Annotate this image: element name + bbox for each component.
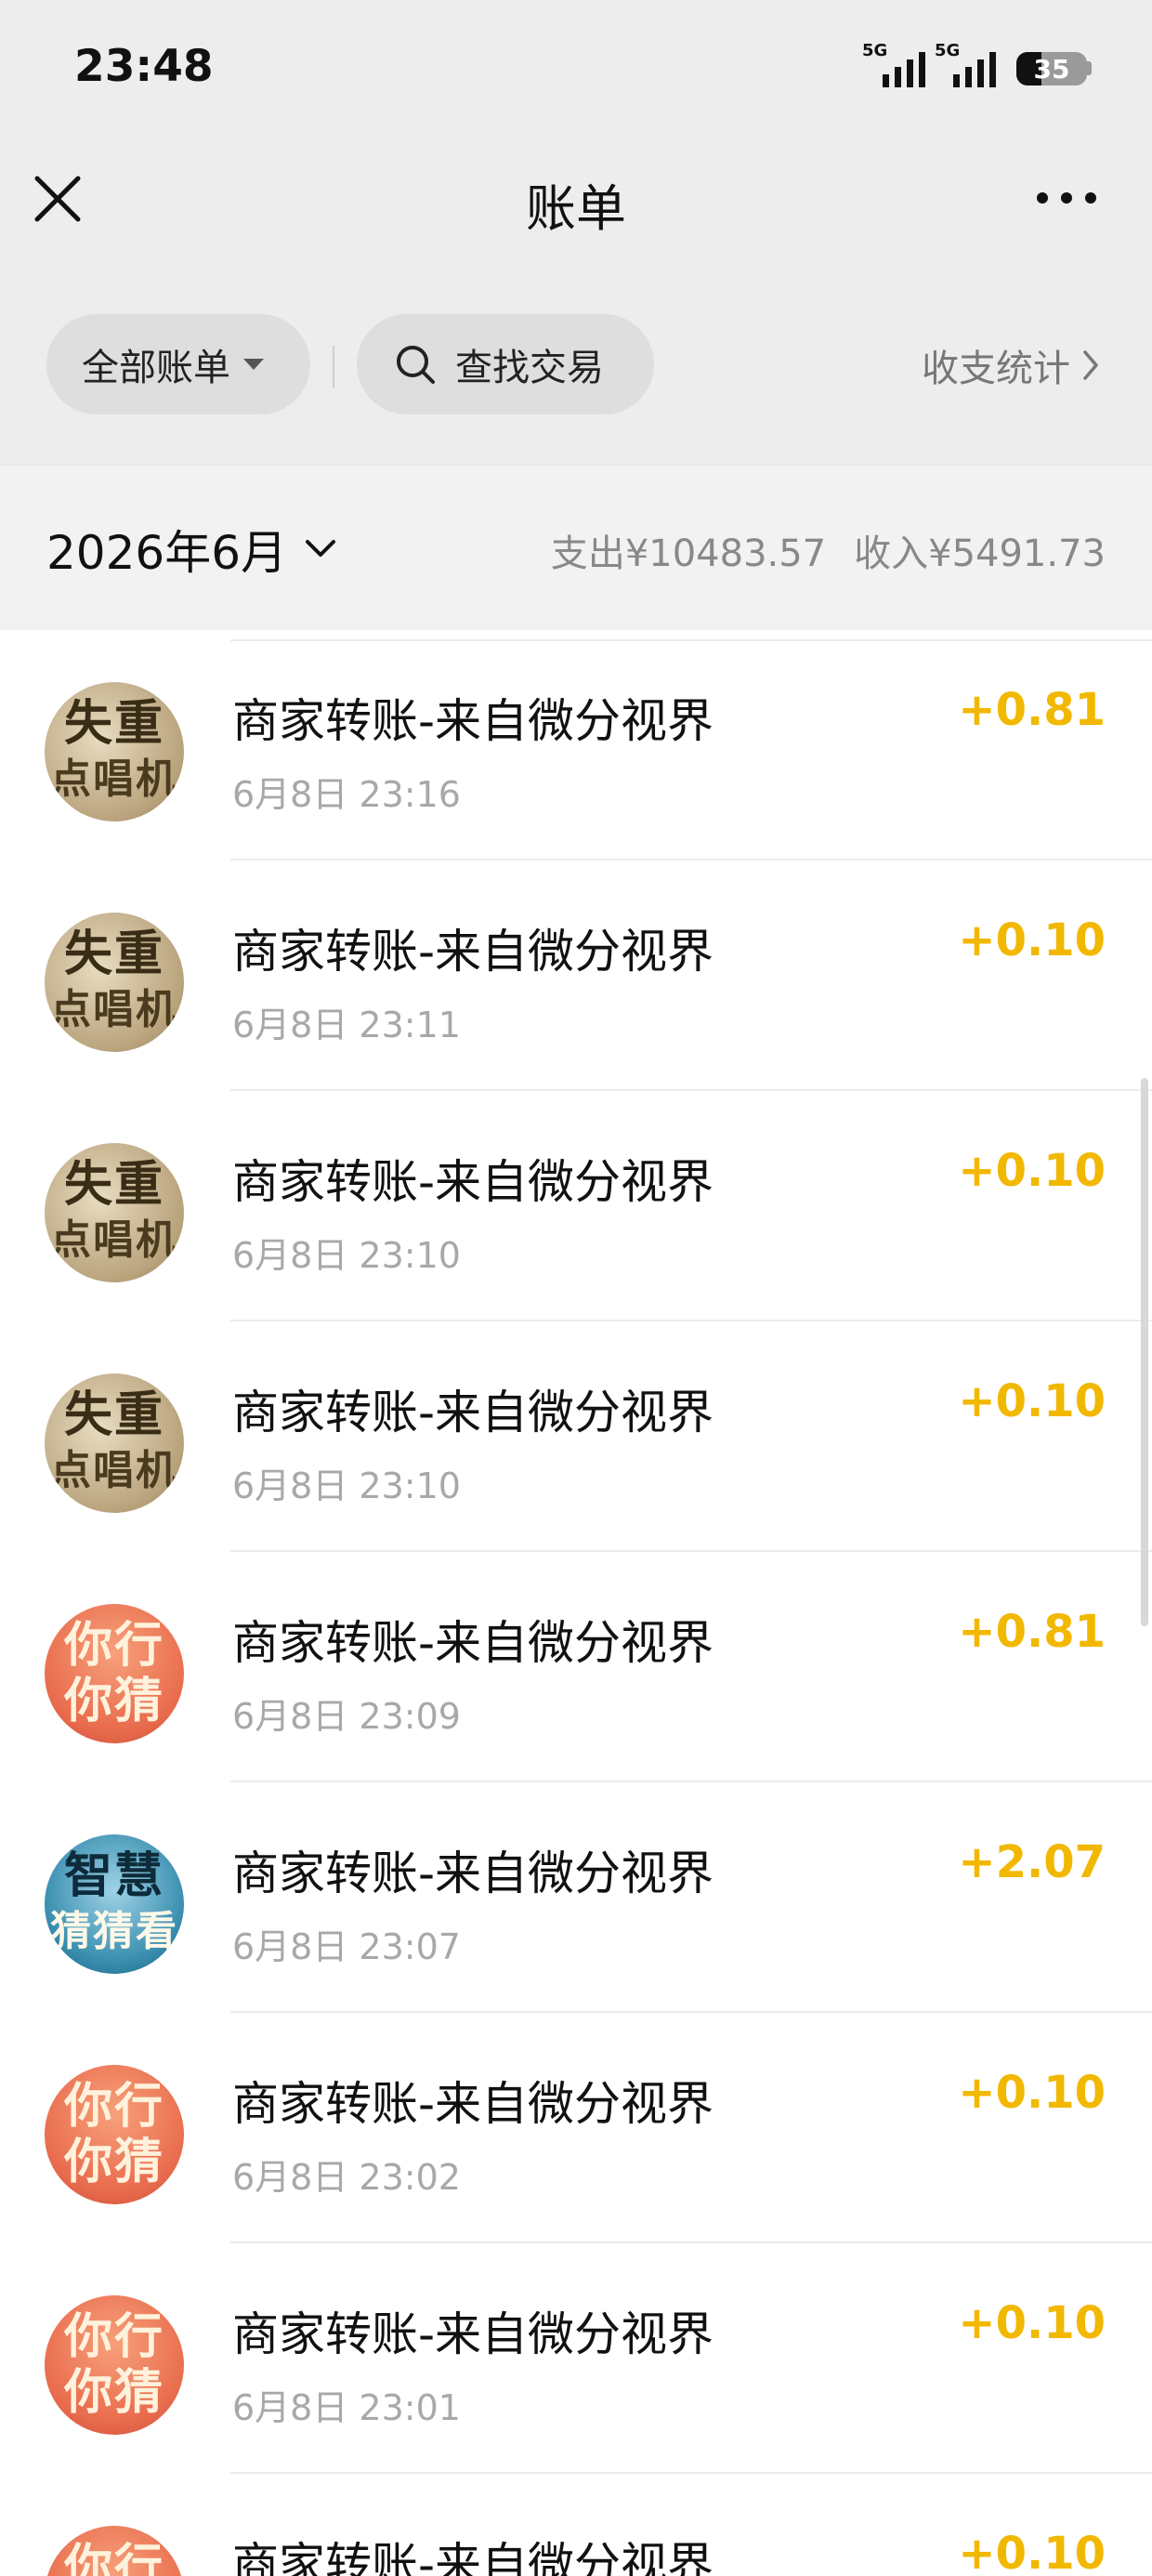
transaction-date: 6月8日 23:10 (232, 1465, 461, 1506)
avatar-text-line2: 你猜 (63, 2134, 164, 2190)
avatar-text-line1: 失重 (63, 1156, 164, 1213)
expense-total: 支出¥10483.57 (550, 532, 827, 575)
battery-tip (1087, 61, 1092, 75)
signal-sim1-icon: 5G (862, 41, 925, 87)
transaction-title: 商家转账-来自微分视界 (232, 1616, 714, 1670)
merchant-avatar: 你行你猜 (45, 2526, 184, 2576)
transaction-list: 失重 点唱机 商家转账-来自微分视界 6月8日 23:16 +0.81 失重 点唱机 商家转账… (0, 630, 1152, 2576)
month-label: 2026年6月 (46, 526, 288, 580)
avatar-text-line2: 点唱机 (50, 1216, 178, 1264)
transaction-date: 6月8日 23:02 (232, 2157, 461, 2198)
avatar-text-line2: 猜猜看 (50, 1908, 178, 1955)
stats-label: 收支统计 (922, 348, 1070, 390)
avatar-text-line2: 点唱机 (50, 756, 178, 803)
chevron-right-icon (1083, 350, 1098, 380)
transaction-title: 商家转账-来自微分视界 (232, 925, 714, 979)
avatar-text-line2: 你猜 (63, 1673, 164, 1729)
all-bills-label: 全部账单 (82, 347, 230, 389)
merchant-avatar: 失重 点唱机 (45, 1143, 184, 1282)
transaction-title: 商家转账-来自微分视界 (232, 1847, 714, 1900)
filter-divider (333, 346, 334, 388)
filter-bar: 全部账单 查找交易 收支统计 (0, 307, 1152, 418)
merchant-avatar: 失重 点唱机 (45, 1373, 184, 1513)
transaction-amount: +0.10 (958, 914, 1106, 966)
page-title: 账单 (526, 179, 626, 238)
battery-level: 35 (1033, 54, 1070, 85)
avatar-text-line1: 你行 (63, 2308, 164, 2365)
transaction-title: 商家转账-来自微分视界 (232, 1155, 714, 1209)
search-label: 查找交易 (455, 347, 604, 389)
all-bills-dropdown[interactable]: 全部账单 (46, 314, 310, 414)
avatar-text-line1: 你行 (63, 1617, 164, 1674)
transaction-date: 6月8日 23:09 (232, 1696, 461, 1737)
transaction-title: 商家转账-来自微分视界 (232, 2077, 714, 2131)
merchant-avatar: 你行你猜 (45, 1604, 184, 1743)
transaction-amount: +0.10 (958, 1375, 1106, 1427)
search-transactions-button[interactable]: 查找交易 (357, 314, 654, 414)
more-icon[interactable] (1037, 184, 1096, 212)
avatar-text-line1: 你行 (63, 2078, 164, 2135)
month-selector[interactable]: 2026年6月 (46, 516, 337, 583)
transaction-row[interactable]: 失重 点唱机 商家转账-来自微分视界 6月8日 23:10 +0.10 (0, 1091, 1152, 1321)
transaction-row[interactable]: 你行你猜 商家转账-来自微分视界 +0.10 (0, 2474, 1152, 2576)
avatar-text-line1: 失重 (63, 926, 164, 982)
avatar-text-line1: 失重 (63, 695, 164, 752)
income-total: 收入¥5491.73 (854, 532, 1106, 575)
transaction-row[interactable]: 你行 你猜 商家转账-来自微分视界 6月8日 23:01 +0.10 (0, 2243, 1152, 2474)
status-bar: 23:48 5G 5G 35 (0, 0, 1152, 139)
status-time: 23:48 (74, 41, 214, 92)
transaction-date: 6月8日 23:01 (232, 2387, 461, 2428)
sim2-label: 5G (935, 41, 961, 60)
transaction-date: 6月8日 23:10 (232, 1235, 461, 1276)
signal-sim2-icon: 5G (933, 41, 996, 87)
caret-down-icon (243, 359, 264, 370)
nav-bar: 账单 (0, 139, 1152, 260)
merchant-avatar: 智慧 猜猜看 (45, 1834, 184, 1974)
battery-icon: 35 (1016, 52, 1087, 85)
transaction-row[interactable]: 失重 点唱机 商家转账-来自微分视界 6月8日 23:10 +0.10 (0, 1321, 1152, 1552)
merchant-avatar: 你行你猜 (45, 2295, 184, 2435)
transaction-title: 商家转账-来自微分视界 (232, 2307, 714, 2361)
transaction-date: 6月8日 23:07 (232, 1926, 461, 1967)
transaction-row[interactable]: 失重 点唱机 商家转账-来自微分视界 6月8日 23:11 +0.10 (0, 861, 1152, 1091)
transaction-date: 6月8日 23:16 (232, 774, 461, 815)
stats-link[interactable]: 收支统计 (922, 338, 1100, 392)
transaction-title: 商家转账-来自微分视界 (232, 694, 714, 748)
transaction-amount: +0.10 (958, 1145, 1106, 1197)
sim1-label: 5G (862, 41, 888, 60)
month-summary: 支出¥10483.57 收入¥5491.73 (551, 523, 1106, 577)
transaction-amount: +0.81 (958, 1606, 1106, 1658)
avatar-text-line2: 你猜 (63, 2364, 164, 2421)
transaction-amount: +0.10 (958, 2297, 1106, 2349)
transaction-date: 6月8日 23:11 (232, 1005, 461, 1045)
transaction-row[interactable]: 你行 你猜 商家转账-来自微分视界 6月8日 23:09 +0.81 (0, 1552, 1152, 1782)
transaction-title: 商家转账-来自微分视界 (232, 2538, 714, 2576)
chevron-down-icon (306, 540, 336, 557)
transaction-amount: +0.10 (958, 2067, 1106, 2119)
transaction-amount: +0.10 (958, 2528, 1106, 2576)
transaction-amount: +0.81 (958, 684, 1106, 736)
merchant-avatar: 失重 点唱机 (45, 913, 184, 1052)
month-bar: 2026年6月 支出¥10483.57 收入¥5491.73 (0, 465, 1152, 630)
avatar-text-line1: 你行 (63, 2539, 164, 2576)
transaction-row[interactable]: 你行 你猜 商家转账-来自微分视界 6月8日 23:02 +0.10 (0, 2013, 1152, 2243)
merchant-avatar: 失重 点唱机 (45, 682, 184, 821)
transaction-row[interactable]: 智慧 猜猜看 商家转账-来自微分视界 6月8日 23:07 +2.07 (0, 1782, 1152, 2013)
avatar-text-line2: 点唱机 (50, 1447, 178, 1494)
merchant-avatar: 你行你猜 (45, 2065, 184, 2204)
row-divider (230, 639, 1152, 641)
avatar-text-line1: 失重 (63, 1387, 164, 1443)
scrollbar[interactable] (1141, 1078, 1148, 1626)
transaction-title: 商家转账-来自微分视界 (232, 1386, 714, 1439)
transaction-row[interactable]: 失重 点唱机 商家转账-来自微分视界 6月8日 23:16 +0.81 (0, 630, 1152, 861)
search-icon (397, 346, 435, 384)
avatar-text-line1: 智慧 (63, 1847, 164, 1904)
avatar-text-line2: 点唱机 (50, 986, 178, 1033)
transaction-amount: +2.07 (958, 1836, 1106, 1888)
